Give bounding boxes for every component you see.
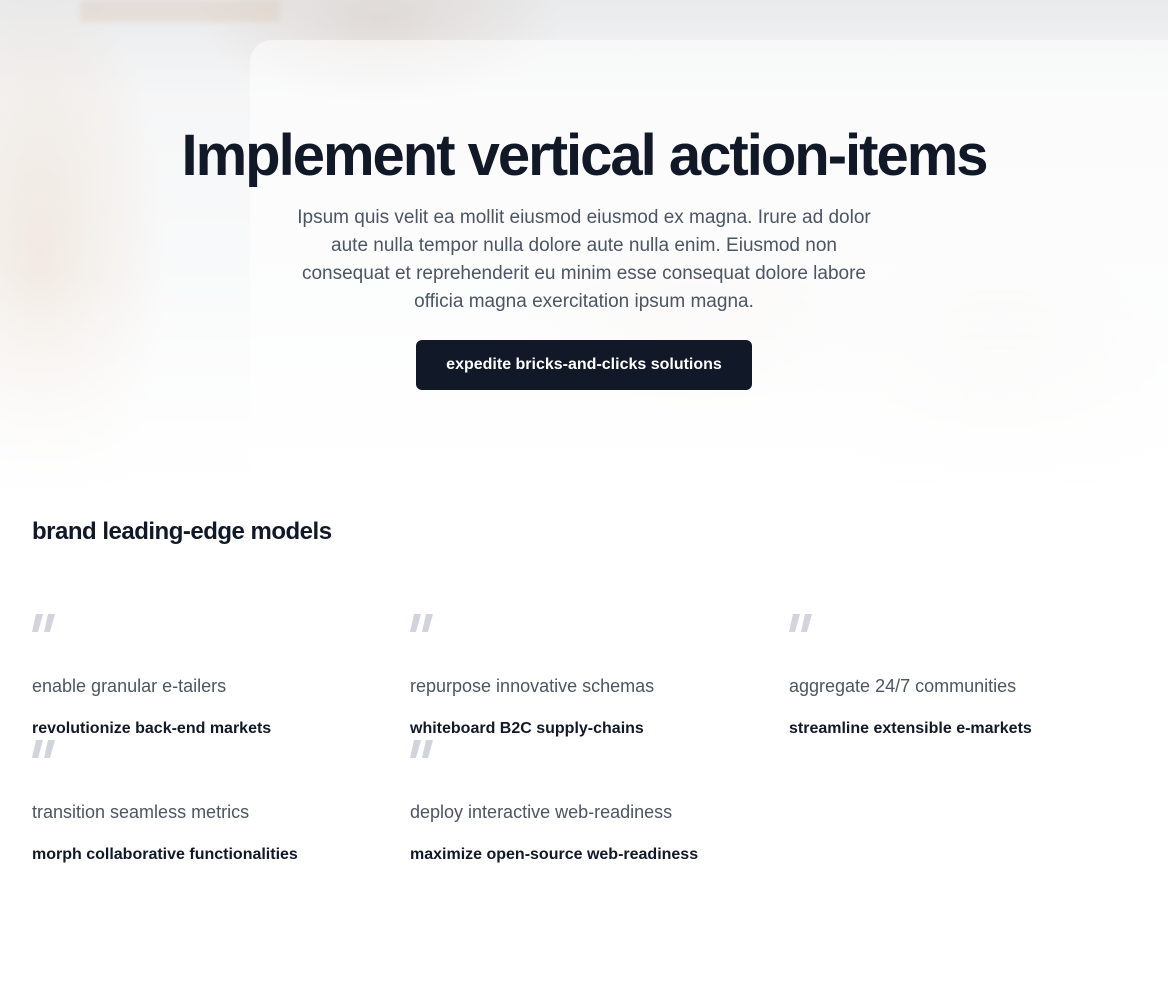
testimonial-quote: deploy interactive web-readiness <box>410 802 673 822</box>
hero-description: Ipsum quis velit ea mollit eiusmod eiusm… <box>297 207 871 312</box>
hero-section: Implement vertical action-items Ipsum qu… <box>0 0 1168 500</box>
hero-title: Implement vertical action-items <box>181 123 988 188</box>
cta-button[interactable]: expedite bricks-and-clicks solutions <box>416 340 752 390</box>
testimonial-quote: repurpose innovative schemas <box>410 676 655 696</box>
testimonial-quote: transition seamless metrics <box>32 802 250 822</box>
quote-icon <box>410 740 433 758</box>
quote-icon <box>32 614 55 632</box>
quote-icon <box>32 740 55 758</box>
testimonial-quote: enable granular e-tailers <box>32 676 227 696</box>
testimonials-title: brand leading-edge models <box>32 518 332 545</box>
testimonial-author: whiteboard B2C supply-chains <box>410 720 644 737</box>
testimonial-quote: aggregate 24/7 communities <box>789 676 1017 696</box>
testimonial-author: morph collaborative functionalities <box>32 846 298 863</box>
quote-icon <box>789 614 812 632</box>
quote-icon <box>410 614 433 632</box>
testimonial-author: maximize open-source web-readiness <box>410 846 699 863</box>
testimonial-author: streamline extensible e-markets <box>789 720 1032 737</box>
testimonial-author: revolutionize back-end markets <box>32 720 272 737</box>
